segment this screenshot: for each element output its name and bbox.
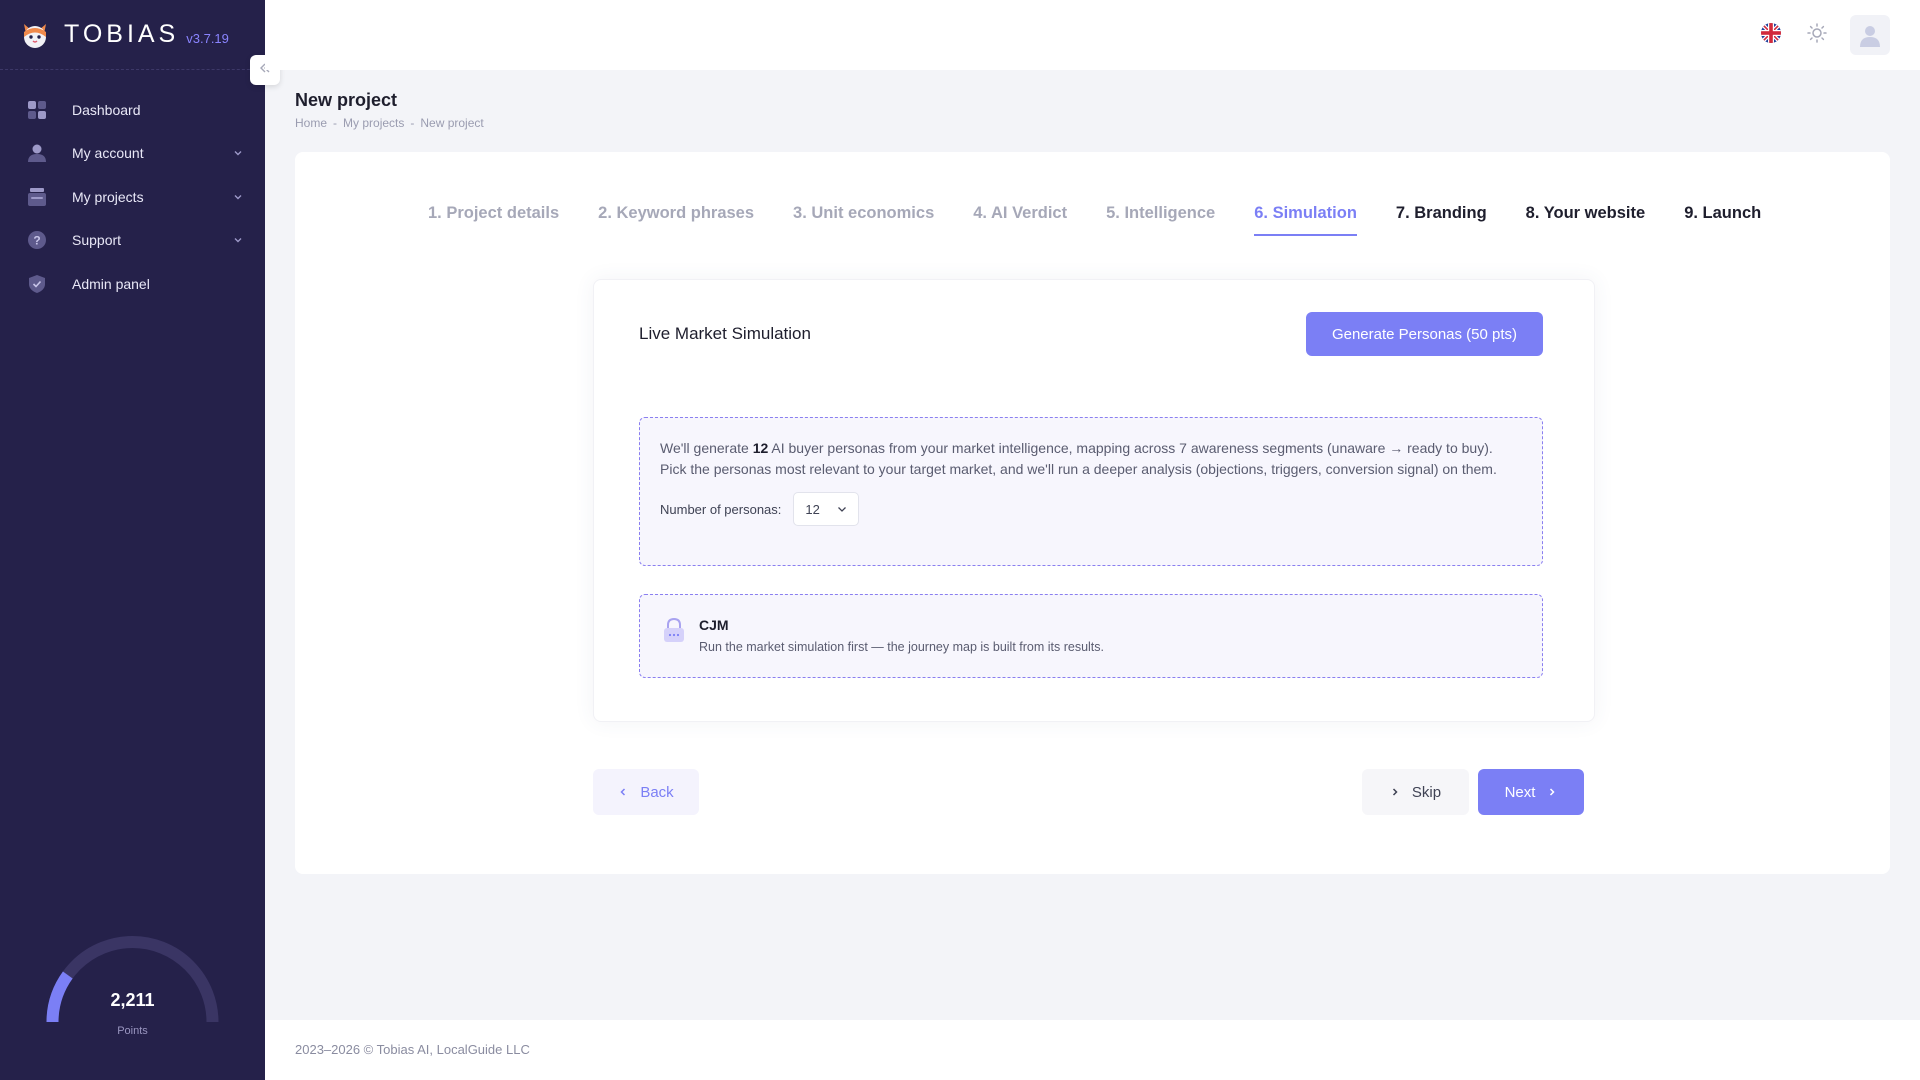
uk-flag-icon[interactable] [1760,22,1782,49]
user-icon [26,142,48,164]
persona-info-text: We'll generate 12 AI buyer personas from… [660,438,1520,480]
next-button[interactable]: Next [1478,769,1584,815]
chevron-down-icon [233,232,243,248]
brand-name: TOBIAS [64,20,180,48]
simulation-card: Live Market Simulation Generate Personas… [593,279,1595,722]
persona-count-value: 12 [805,501,820,517]
chevron-down-icon [233,189,243,205]
persona-count: 12 [752,440,769,456]
skip-button[interactable]: Skip [1362,769,1469,815]
header-actions [1760,15,1890,55]
chevron-down-icon [837,502,847,517]
chevron-right-icon [1547,784,1557,801]
points-label: Points [117,1025,148,1037]
chevron-right-icon [1390,784,1400,801]
cjm-title: CJM [699,617,729,633]
step-launch[interactable]: 9. Launch [1684,204,1761,236]
shield-check-icon [26,273,48,295]
sidebar-item-label: Support [72,232,122,249]
user-avatar-icon[interactable] [1850,15,1890,55]
generate-personas-button[interactable]: Generate Personas (50 pts) [1306,312,1543,356]
projects-icon [26,186,48,208]
next-label: Next [1504,783,1536,801]
sidebar-item-label: Admin panel [72,275,150,292]
step-project-details[interactable]: 1. Project details [428,204,559,236]
back-button[interactable]: Back [593,769,699,815]
step-unit-economics[interactable]: 3. Unit economics [793,204,934,236]
breadcrumb-separator: - [410,116,415,130]
lock-icon [662,617,686,648]
footer-copyright: 2023–2026 © Tobias AI, LocalGuide LLC [295,1042,530,1057]
step-intelligence[interactable]: 5. Intelligence [1106,204,1215,236]
svg-text:?: ? [33,234,40,248]
breadcrumb-current: New project [420,116,484,130]
info-text-before: We'll generate [660,440,753,456]
chevron-left-icon [618,784,628,801]
simulation-title: Live Market Simulation [639,324,811,343]
sidebar-item-dashboard[interactable]: Dashboard [0,88,265,132]
question-icon: ? [26,229,48,251]
brand[interactable]: TOBIAS v3.7.19 [0,0,265,70]
cjm-description: Run the market simulation first — the jo… [699,640,1105,654]
step-simulation[interactable]: 6. Simulation [1254,204,1357,236]
persona-info-box: We'll generate 12 AI buyer personas from… [639,417,1543,566]
chevron-down-icon [233,145,243,161]
footer: 2023–2026 © Tobias AI, LocalGuide LLC [265,1020,1920,1080]
sidebar-item-my-account[interactable]: My account [0,132,265,176]
cat-logo-icon [20,20,50,50]
info-text-after: AI buyer personas from your market intel… [660,440,1497,477]
persona-count-select[interactable]: 12 [793,492,860,526]
persona-count-row: Number of personas: 12 [660,492,1522,526]
sun-icon[interactable] [1806,22,1828,49]
step-your-website[interactable]: 8. Your website [1526,204,1646,236]
points-value: 2,211 [110,990,155,1010]
sidebar-item-support[interactable]: ? Support [0,219,265,263]
sidebar-item-label: Dashboard [72,101,141,118]
wizard-card: 1. Project details 2. Keyword phrases 3.… [295,152,1890,874]
breadcrumb-separator: - [333,116,338,130]
sidebar-item-admin-panel[interactable]: Admin panel [0,262,265,306]
breadcrumb-home[interactable]: Home [295,116,327,130]
wizard-steps: 1. Project details 2. Keyword phrases 3.… [428,204,1761,236]
sidebar-menu: Dashboard My account My projects ? Suppo… [0,88,265,306]
breadcrumb-my-projects[interactable]: My projects [343,116,404,130]
sidebar: TOBIAS v3.7.19 Dashboard My account My p… [0,0,265,1080]
top-header [265,0,1920,70]
step-keyword-phrases[interactable]: 2. Keyword phrases [598,204,754,236]
sidebar-item-label: My account [72,145,144,162]
step-branding[interactable]: 7. Branding [1396,204,1487,236]
sidebar-item-label: My projects [72,188,144,205]
points-gauge-arc [46,936,219,1023]
back-label: Back [640,783,674,801]
sidebar-item-my-projects[interactable]: My projects [0,175,265,219]
points-gauge: 2,211 Points [40,930,225,1070]
page-title: New project [295,90,398,110]
persona-count-label: Number of personas: [660,501,782,517]
cjm-locked-box: CJM Run the market simulation first — th… [639,594,1543,678]
dashboard-icon [26,99,48,121]
app-version: v3.7.19 [186,31,229,46]
skip-label: Skip [1411,783,1442,801]
breadcrumb: Home - My projects - New project [295,116,484,130]
step-ai-verdict[interactable]: 4. AI Verdict [973,204,1067,236]
